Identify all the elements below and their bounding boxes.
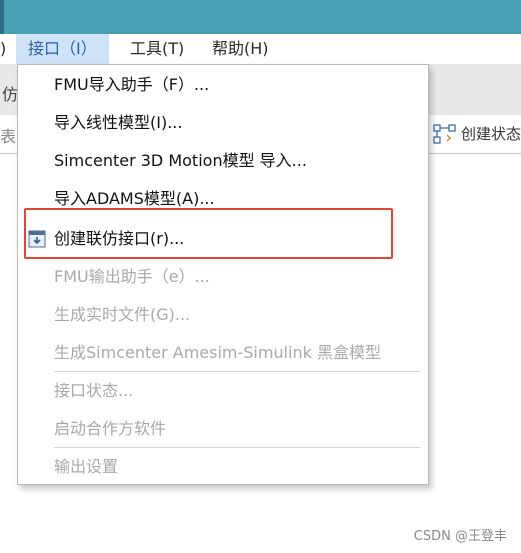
create-state-label: 创建状态: [461, 125, 521, 143]
ribbon-fragment: 仿: [2, 85, 19, 104]
interface-dropdown-menu: FMU导入助手（F）... 导入线性模型(I)... Simcenter 3D …: [17, 64, 429, 485]
menu-bar-fragment: ): [0, 39, 7, 58]
create-state-button[interactable]: 创建状态: [433, 121, 521, 147]
menu-item-generate-blackbox-model[interactable]: 生成Simcenter Amesim-Simulink 黑盒模型: [18, 335, 428, 371]
toolbar-fragment: 表: [0, 127, 17, 146]
menu-separator: [54, 447, 420, 448]
menu-item-fmu-import[interactable]: FMU导入助手（F）...: [18, 67, 428, 103]
menu-item-launch-partner-software[interactable]: 启动合作方软件: [18, 411, 428, 447]
title-bar-edge: [0, 0, 4, 34]
menu-bar: ) 接口（I） 工具(T) 帮助(H): [0, 34, 521, 64]
state-diagram-icon: [433, 124, 456, 144]
highlight-box: [24, 208, 393, 259]
menu-item-generate-realtime-file[interactable]: 生成实时文件(G)...: [18, 297, 428, 333]
menu-item-output-settings[interactable]: 输出设置: [18, 449, 428, 485]
title-bar: [0, 0, 521, 34]
app-window: ) 接口（I） 工具(T) 帮助(H) 仿 表 创建状态 FMU导入助手（F）.…: [0, 0, 521, 553]
menu-item-interface-status[interactable]: 接口状态...: [18, 373, 428, 409]
menu-interface[interactable]: 接口（I）: [16, 34, 109, 64]
menu-separator: [54, 371, 420, 372]
menu-tools[interactable]: 工具(T): [118, 34, 196, 64]
menu-item-import-3d-motion[interactable]: Simcenter 3D Motion模型 导入...: [18, 143, 428, 179]
menu-item-fmu-export[interactable]: FMU输出助手（e）...: [18, 259, 428, 295]
menu-item-import-linear-model[interactable]: 导入线性模型(I)...: [18, 105, 428, 141]
menu-help[interactable]: 帮助(H): [200, 34, 281, 64]
watermark: CSDN @王登丰: [413, 529, 507, 544]
